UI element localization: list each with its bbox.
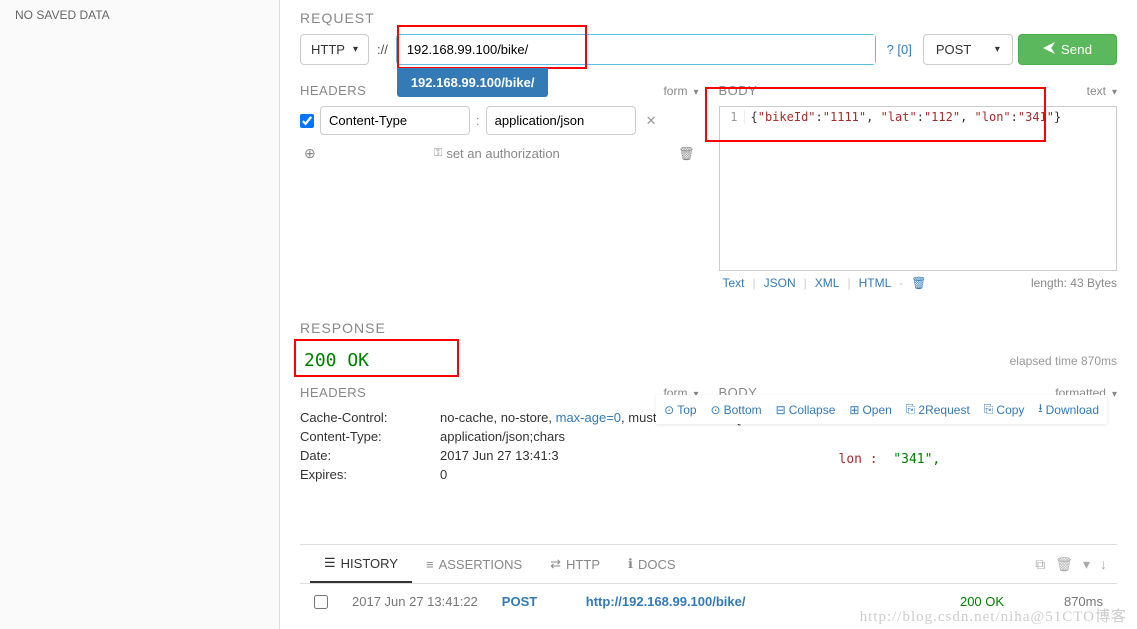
url-input[interactable] <box>397 35 875 64</box>
no-saved-data-label: NO SAVED DATA <box>15 8 264 22</box>
response-headers-col: HEADERS form Cache-Control: no-cache, no… <box>300 385 699 484</box>
trash-icon[interactable]: 🗑 <box>1055 556 1073 573</box>
response-header-row: Date: 2017 Jun 27 13:41:3 <box>300 446 699 465</box>
collapse-icon: ⊟ <box>776 403 786 417</box>
open-icon: ⊞ <box>849 403 859 417</box>
body-tab-xml[interactable]: XML <box>811 276 844 290</box>
collapse-button[interactable]: ⊟Collapse <box>776 399 836 420</box>
headers-title: HEADERS <box>300 83 366 98</box>
download-button[interactable]: ⭳Download <box>1038 399 1099 420</box>
request-title: REQUEST <box>300 10 1117 26</box>
send-button[interactable]: Send <box>1018 34 1117 65</box>
trash-icon[interactable]: 🗑 <box>678 146 695 162</box>
response-header-row: Content-Type: application/json;chars <box>300 427 699 446</box>
response-toolbar: ⊙Top ⊙Bottom ⊟Collapse ⊞Open ⎘2Request ⎘… <box>656 395 1107 424</box>
set-authorization-button[interactable]: ⚿ set an authorization <box>434 146 560 161</box>
url-prefix: :// <box>374 42 391 57</box>
request-headers-col: HEADERS form : ✕ ⊕ ⚿ set an auth <box>300 83 699 290</box>
elapsed-time: elapsed time 870ms <box>1010 354 1117 368</box>
key-icon: ⚿ <box>434 147 442 160</box>
caret-down-icon: ▾ <box>995 44 1000 55</box>
chevron-down-icon[interactable]: ▾ <box>1083 556 1090 573</box>
tabs-row: ☰HISTORY ≡ASSERTIONS ⇄HTTP ℹDOCS ⧉ 🗑 ▾ ↓ <box>300 545 1117 584</box>
url-input-wrap: 192.168.99.100/bike/ <box>396 34 876 65</box>
header-row: : ✕ <box>300 106 699 135</box>
tab-history[interactable]: ☰HISTORY <box>310 545 412 583</box>
response-headers-title: HEADERS <box>300 385 366 400</box>
info-icon: ℹ <box>628 556 633 572</box>
history-method: POST <box>502 594 562 609</box>
tab-http[interactable]: ⇄HTTP <box>536 546 614 582</box>
top-button[interactable]: ⊙Top <box>664 399 696 420</box>
arrow-down-icon: ⊙ <box>711 403 721 417</box>
query-params-button[interactable]: ? [0] <box>881 42 918 57</box>
torequest-button[interactable]: ⎘2Request <box>906 399 970 420</box>
watermark: http://blog.csdn.net/niha@51CTO博客 <box>860 605 1127 626</box>
autocomplete-suggestion[interactable]: 192.168.99.100/bike/ <box>397 68 549 97</box>
bottom-button[interactable]: ⊙Bottom <box>711 399 762 420</box>
swap-icon: ⇄ <box>550 556 561 572</box>
list-icon: ≡ <box>426 557 434 572</box>
response-title: RESPONSE <box>300 320 1117 336</box>
arrow-up-icon: ⊙ <box>664 403 674 417</box>
body-format-tabs: Text| JSON| XML| HTML - 🗑 <box>719 276 931 290</box>
header-checkbox[interactable] <box>300 114 314 128</box>
body-mode-toggle[interactable]: text <box>1087 84 1117 98</box>
caret-down-icon: ▾ <box>353 44 358 55</box>
request-row: HTTP ▾ :// 192.168.99.100/bike/ ? [0] PO… <box>300 34 1117 65</box>
headers-mode-toggle[interactable]: form <box>663 84 698 98</box>
arrow-down-icon[interactable]: ↓ <box>1100 556 1107 573</box>
history-checkbox[interactable] <box>314 595 328 609</box>
add-header-icon[interactable]: ⊕ <box>304 145 316 162</box>
sidebar: NO SAVED DATA <box>0 0 280 629</box>
body-tab-json[interactable]: JSON <box>760 276 800 290</box>
body-tab-text[interactable]: Text <box>719 276 749 290</box>
main-panel: REQUEST HTTP ▾ :// 192.168.99.100/bike/ … <box>280 0 1137 629</box>
response-section: RESPONSE 200 OK elapsed time 870ms HEADE… <box>300 320 1117 484</box>
body-title: BODY <box>719 83 758 98</box>
copy-icon: ⎘ <box>984 402 994 417</box>
copy-icon[interactable]: ⧉ <box>1035 556 1045 573</box>
history-time: 2017 Jun 27 13:41:22 <box>352 594 478 609</box>
body-length: length: 43 Bytes <box>1031 276 1117 290</box>
method-select[interactable]: POST ▾ <box>923 34 1013 65</box>
copy-button[interactable]: ⎘Copy <box>984 399 1025 420</box>
response-header-row: Expires: 0 <box>300 465 699 484</box>
list-icon: ☰ <box>324 555 336 571</box>
open-button[interactable]: ⊞Open <box>849 399 891 420</box>
response-status: 200 OK <box>300 344 383 377</box>
header-value-input[interactable] <box>486 106 636 135</box>
tab-assertions[interactable]: ≡ASSERTIONS <box>412 547 536 582</box>
body-tab-html[interactable]: HTML <box>855 276 896 290</box>
response-header-row: Cache-Control: no-cache, no-store, max-a… <box>300 408 699 427</box>
remove-header-icon[interactable]: ✕ <box>642 113 661 129</box>
copy-icon: ⎘ <box>906 402 916 417</box>
request-body-col: BODY text 1 {"bikeId":"1111", "lat":"112… <box>719 83 1118 290</box>
tab-docs[interactable]: ℹDOCS <box>614 546 690 582</box>
header-name-input[interactable] <box>320 106 470 135</box>
send-icon <box>1043 42 1055 57</box>
response-body-col: BODY formatted ▾ { lon : "341", ⊙Top ⊙B <box>719 385 1118 484</box>
protocol-select[interactable]: HTTP ▾ <box>300 34 369 65</box>
download-icon: ⭳ <box>1038 399 1042 420</box>
body-trash-icon[interactable]: 🗑 <box>907 276 930 290</box>
body-editor[interactable]: 1 {"bikeId":"1111", "lat":"112", "lon":"… <box>719 106 1118 271</box>
